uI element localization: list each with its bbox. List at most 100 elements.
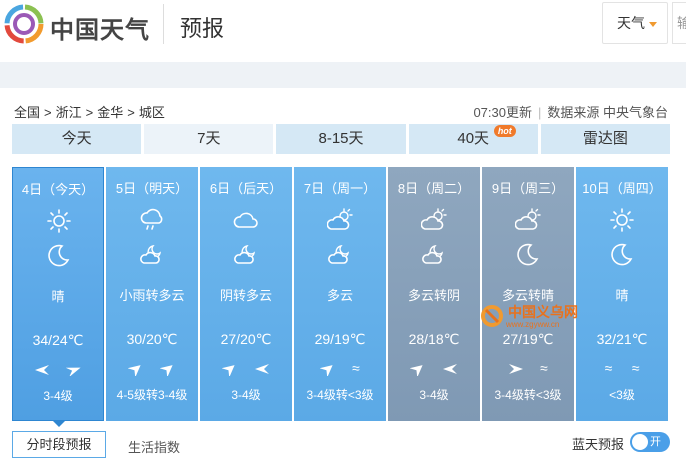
update-divider: | [537,105,542,120]
weather-desc: 小雨转多云 [119,288,185,303]
blue-sky-label: 蓝天预报 [572,437,625,452]
chevron-down-icon [649,21,657,27]
breadcrumb-separator: > [85,105,94,120]
day-card[interactable]: 6日（后天） 阴转多云 27/20℃ 3-4级 [200,167,292,421]
cloud-moon-icon [328,244,350,264]
moon-icon [517,243,539,266]
arrow-wind-icon [221,365,235,378]
tab-8-15-days[interactable]: 8-15天 [276,124,406,154]
breadcrumb-item-city[interactable]: 金华 [97,105,123,120]
tab-7-days[interactable]: 7天 [144,124,274,154]
arrow-wind-icon [65,367,81,378]
weather-desc: 阴转多云 [219,288,272,303]
arrow-wind-icon [442,364,457,375]
day-card[interactable]: 5日（明天） 小雨转多云 30/20℃ 4-5级转3-4级 [106,167,198,421]
toggle-label: 开 [650,436,661,448]
breeze-icon: ≈ [351,360,360,376]
breadcrumb-item-country[interactable]: 全国 [14,105,40,120]
tab-40-days-label: 40天 [457,130,490,147]
wind-level: 3-4级转<3级 [306,388,374,402]
brand-name[interactable]: 中国天气 [50,10,150,45]
weather-desc: 多云 [326,288,353,303]
day-date: 6日（后天） [209,181,283,196]
site-logo-icon[interactable] [4,4,44,44]
watermark-text: 中国义乌网 [508,304,578,320]
weather-desc: 晴 [51,289,65,304]
breadcrumb-separator: > [44,105,52,120]
cloud-moon-icon [140,244,162,264]
sun-cloud-icon [327,208,353,230]
arrow-wind-icon [319,365,333,378]
wind-level: 3-4级 [43,389,73,403]
temperature: 27/19℃ [502,331,554,347]
tab-life-index[interactable]: 生活指数 [128,437,180,456]
arrow-wind-icon [127,365,141,378]
moon-icon [48,244,70,267]
temperature: 34/24℃ [32,332,84,348]
breadcrumb: 全国 > 浙江 > 金华 > 城区 [14,102,165,121]
arrow-wind-icon [409,365,423,378]
day-date: 7日（周一） [303,181,377,196]
data-source: 数据来源 中央气象台 [547,105,668,120]
arrow-wind-icon [254,364,269,375]
breeze-icon: ≈ [604,360,613,376]
breadcrumb-item-province[interactable]: 浙江 [56,105,82,120]
tab-hourly-forecast[interactable]: 分时段预报 [12,431,106,458]
breeze-icon: ≈ [539,360,548,376]
wind-level: 4-5级转3-4级 [116,388,188,402]
wind-direction: ≈ [294,360,386,378]
moon-icon [611,243,633,266]
breeze-icon: ≈ [631,360,640,376]
temperature: 30/20℃ [126,331,178,347]
search-input[interactable]: 输 [672,2,686,44]
breadcrumb-separator: > [127,105,135,120]
tab-40-days[interactable]: 40天 hot [408,124,538,154]
wind-direction [200,360,292,378]
selected-day-pointer [52,420,66,427]
blue-sky-toggle[interactable]: 开 [630,432,670,452]
wind-level: 3-4级 [419,388,449,402]
hot-badge: hot [493,125,516,137]
wind-level: 3-4级 [231,388,261,402]
wind-direction [106,360,198,378]
wind-level: 3-4级转<3级 [494,388,562,402]
breadcrumb-item-district: 城区 [138,105,165,120]
tab-radar[interactable]: 雷达图 [540,124,671,154]
sun-cloud-icon [515,208,541,230]
sun-icon [610,208,634,232]
site-header: 中国天气 预报 天气 输 [0,0,686,48]
rain-cloud-icon [140,208,163,230]
sun-cloud-icon [421,208,447,230]
cloud-moon-icon [422,244,444,264]
tab-today[interactable]: 今天 [12,124,142,154]
temperature: 32/21℃ [596,331,648,347]
day-date: 9日（周三） [491,181,565,196]
temperature: 28/18℃ [408,331,460,347]
arrow-wind-icon [509,364,524,375]
wind-direction [388,360,480,378]
update-info: 07:30更新 | 数据来源 中央气象台 [473,102,668,121]
cloud-moon-icon [234,244,256,264]
wind-direction [13,361,103,378]
cloud-icon [233,212,258,228]
weather-dropdown[interactable]: 天气 [602,2,668,44]
weather-desc: 多云转阴 [407,288,460,303]
forecast-tabs: 今天 7天 8-15天 40天 hot 雷达图 [12,124,671,154]
day-card[interactable]: 7日（周一） 多云 29/19℃ ≈ 3-4级转<3级 [294,167,386,421]
day-date: 4日（今天） [21,182,95,197]
day-card[interactable]: 8日（周二） 多云转阴 28/18℃ 3-4级 [388,167,480,421]
day-cards: 4日（今天） 晴 34/24℃ 3-4级 5日（明天） 小雨转多云 30/20℃… [12,167,670,421]
day-date: 5日（明天） [115,181,189,196]
watermark-url: www.zgyww.cn [506,320,560,329]
day-card[interactable]: 4日（今天） 晴 34/24℃ 3-4级 [12,167,104,421]
temperature: 29/19℃ [314,331,366,347]
toggle-knob [632,434,648,450]
header-divider [163,4,164,44]
arrow-wind-icon [35,365,50,376]
day-card[interactable]: 9日（周三） 多云转晴 27/19℃ ≈ 3-4级转<3级 [482,167,574,421]
wind-direction: ≈ [482,360,574,376]
temperature: 27/20℃ [220,331,272,347]
page-section-title: 预报 [180,16,225,41]
day-card[interactable]: 10日（周四） 晴 32/21℃ ≈ ≈ <3级 [576,167,668,421]
update-time: 07:30更新 [473,105,532,120]
